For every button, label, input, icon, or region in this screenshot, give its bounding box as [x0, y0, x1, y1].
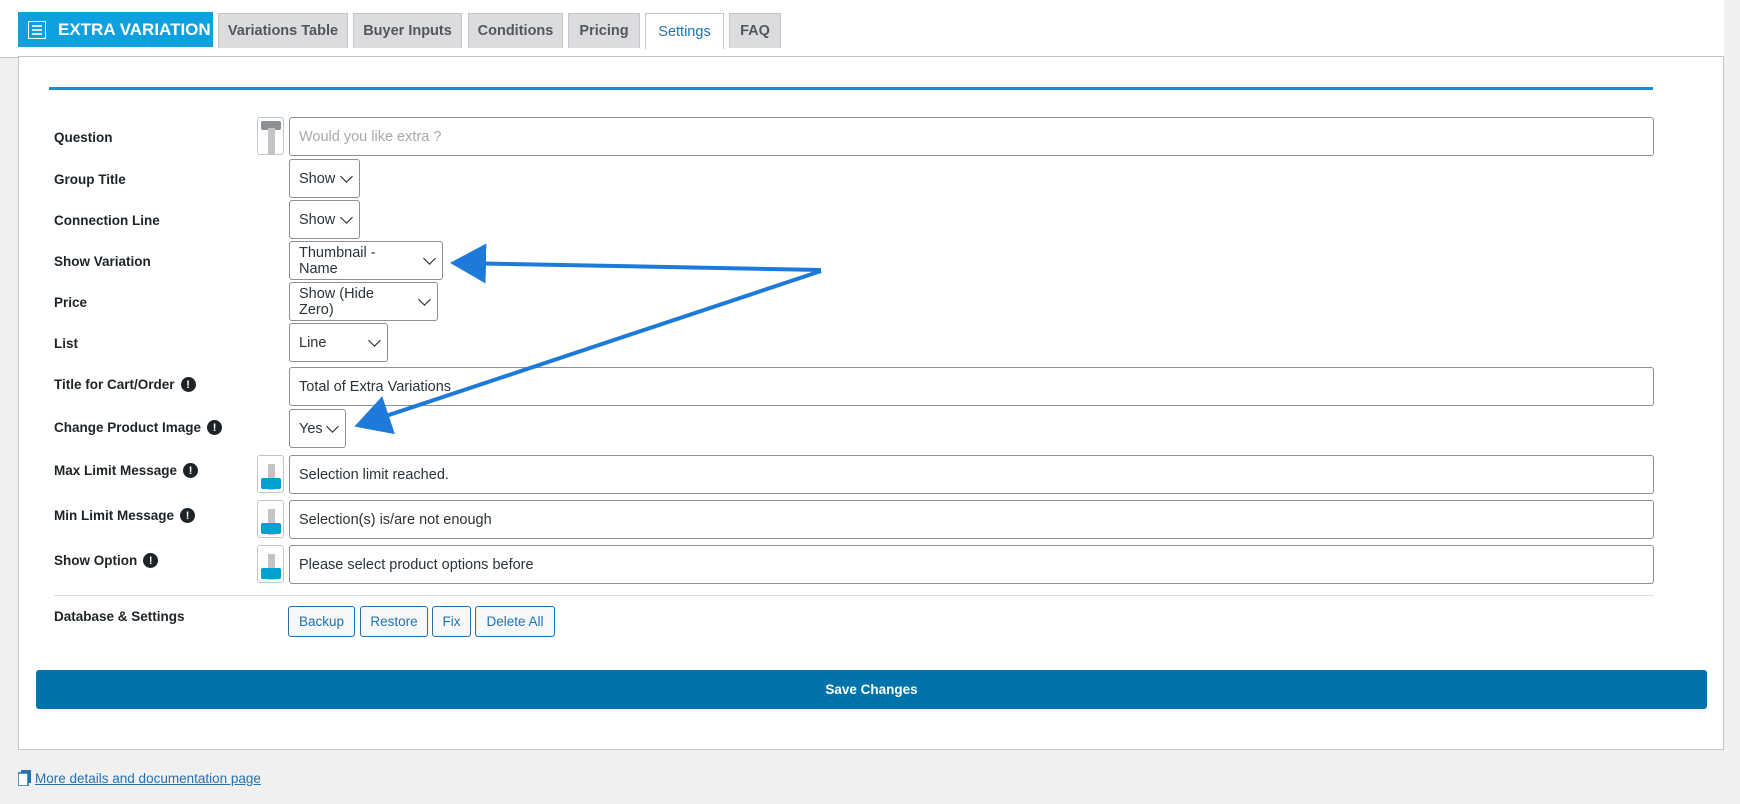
chevron-down-icon — [423, 251, 436, 265]
title-cart-input[interactable]: Total of Extra Variations — [289, 367, 1654, 406]
tab-faq[interactable]: FAQ — [729, 13, 781, 48]
chevron-down-icon — [340, 210, 353, 224]
question-color-picker[interactable] — [257, 117, 284, 155]
chevron-down-icon — [340, 169, 353, 183]
title-cart-label: Title for Cart/Order! — [54, 377, 196, 392]
restore-button[interactable]: Restore — [360, 606, 428, 637]
tab-conditions[interactable]: Conditions — [468, 13, 563, 48]
fix-button[interactable]: Fix — [432, 606, 471, 637]
info-icon[interactable]: ! — [143, 553, 159, 568]
group-title-select[interactable]: Show — [289, 159, 360, 198]
change-image-label: Change Product Image! — [54, 420, 223, 435]
show-option-input[interactable]: Please select product options before — [289, 545, 1654, 584]
backup-button[interactable]: Backup — [288, 606, 355, 637]
list-label: List — [54, 336, 79, 351]
change-image-select[interactable]: Yes — [289, 409, 346, 448]
divider — [54, 595, 1654, 596]
info-icon[interactable]: ! — [183, 463, 199, 478]
tab-settings[interactable]: Settings — [645, 13, 724, 49]
price-select[interactable]: Show (Hide Zero) — [289, 282, 438, 321]
info-icon[interactable]: ! — [207, 420, 223, 435]
min-limit-label: Min Limit Message! — [54, 508, 196, 523]
show-variation-select[interactable]: Thumbnail - Name — [289, 241, 443, 280]
info-icon[interactable]: ! — [180, 377, 196, 392]
min-limit-color-picker[interactable] — [257, 500, 284, 538]
max-limit-label: Max Limit Message! — [54, 463, 199, 478]
max-limit-input[interactable]: Selection limit reached. — [289, 455, 1654, 494]
max-limit-color-picker[interactable] — [257, 455, 284, 493]
tab-variations-table[interactable]: Variations Table — [218, 13, 348, 48]
brand-title: EXTRA VARIATION — [58, 19, 211, 39]
question-label: Question — [54, 130, 113, 145]
question-input[interactable]: Would you like extra ? — [289, 117, 1654, 156]
min-limit-input[interactable]: Selection(s) is/are not enough — [289, 500, 1654, 539]
document-icon — [18, 770, 31, 786]
section-divider — [49, 87, 1653, 90]
save-changes-button[interactable]: Save Changes — [36, 670, 1707, 709]
price-label: Price — [54, 295, 88, 310]
show-option-color-picker[interactable] — [257, 545, 284, 583]
show-variation-label: Show Variation — [54, 254, 151, 269]
top-bar: EXTRA VARIATION Variations Table Buyer I… — [0, 0, 1724, 58]
list-icon — [28, 20, 46, 39]
delete-all-button[interactable]: Delete All — [475, 606, 555, 637]
show-option-label: Show Option! — [54, 553, 159, 568]
info-icon[interactable]: ! — [180, 508, 196, 523]
chevron-down-icon — [326, 419, 339, 433]
connection-line-label: Connection Line — [54, 213, 160, 228]
settings-panel: Question Would you like extra ? Group Ti… — [18, 56, 1724, 750]
documentation-link[interactable]: More details and documentation page — [18, 770, 261, 786]
chevron-down-icon — [368, 333, 381, 347]
tab-pricing[interactable]: Pricing — [568, 13, 640, 48]
database-label: Database & Settings — [54, 609, 185, 624]
chevron-down-icon — [418, 292, 431, 306]
connection-line-select[interactable]: Show — [289, 200, 360, 239]
tab-buyer-inputs[interactable]: Buyer Inputs — [353, 13, 462, 48]
brand-badge: EXTRA VARIATION — [18, 12, 213, 47]
group-title-label: Group Title — [54, 172, 126, 187]
list-select[interactable]: Line — [289, 323, 388, 362]
